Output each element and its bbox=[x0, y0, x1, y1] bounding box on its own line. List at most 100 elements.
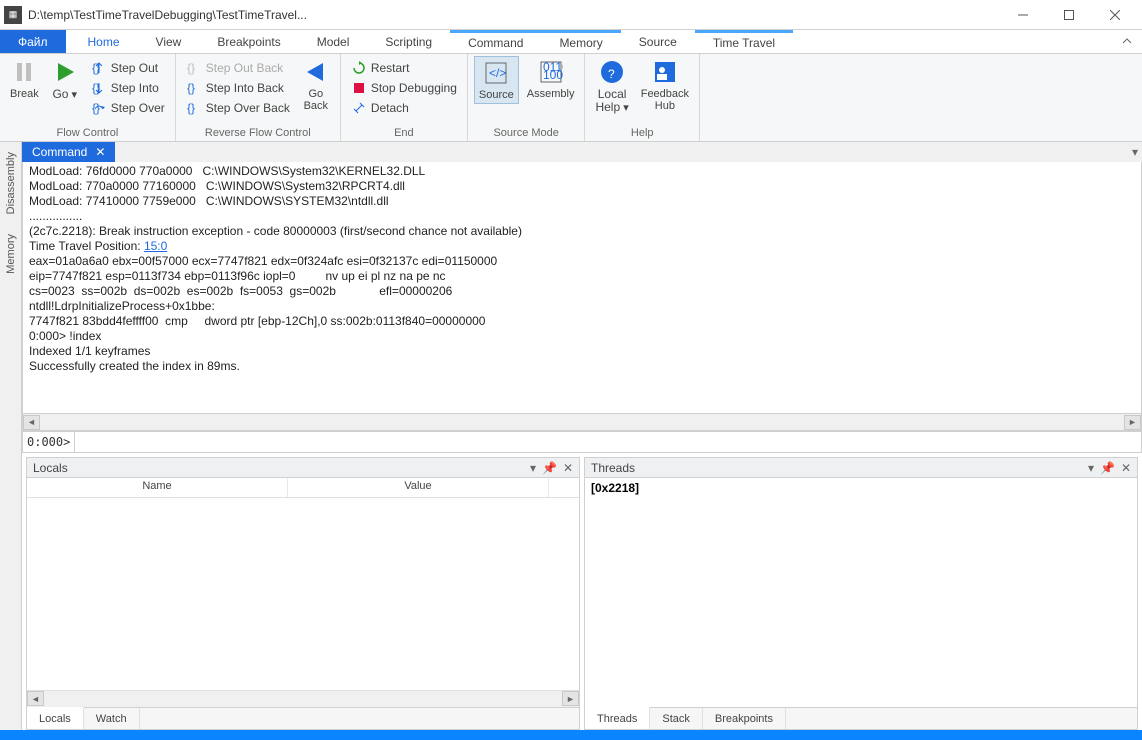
command-panel-header: Command ✕ ▾ bbox=[22, 142, 1142, 162]
step-into-button[interactable]: {}Step Into bbox=[87, 78, 169, 98]
detach-icon bbox=[351, 100, 367, 116]
app-icon: ▦ bbox=[4, 6, 22, 24]
status-bar bbox=[0, 730, 1142, 740]
maximize-button[interactable] bbox=[1046, 0, 1092, 30]
ribbon: Break Go ▾ {}Step Out {}Step Into {}Step… bbox=[0, 54, 1142, 142]
svg-text:?: ? bbox=[608, 67, 615, 81]
sidetab-disassembly[interactable]: Disassembly bbox=[3, 146, 19, 220]
step-out-button[interactable]: {}Step Out bbox=[87, 58, 169, 78]
close-icon[interactable]: ✕ bbox=[95, 145, 105, 159]
scroll-right-icon[interactable]: ► bbox=[1124, 415, 1141, 430]
step-over-back-button[interactable]: {}Step Over Back bbox=[182, 98, 294, 118]
step-over-button[interactable]: {}Step Over bbox=[87, 98, 169, 118]
locals-footer-tabs: Locals Watch bbox=[27, 707, 579, 729]
tab-file[interactable]: Файл bbox=[0, 30, 66, 53]
stop-debugging-button[interactable]: Stop Debugging bbox=[347, 78, 461, 98]
help-icon: ? bbox=[598, 58, 626, 86]
command-panel-tab[interactable]: Command ✕ bbox=[22, 142, 115, 162]
locals-body[interactable] bbox=[27, 498, 579, 690]
minimize-button[interactable] bbox=[1000, 0, 1046, 30]
group-end: Restart Stop Debugging Detach End bbox=[341, 54, 468, 141]
tab-memory[interactable]: Memory bbox=[541, 30, 620, 53]
pin-icon[interactable]: 📌 bbox=[1100, 461, 1115, 475]
ribbon-collapse-icon[interactable] bbox=[1112, 30, 1142, 53]
group-source-mode: </> Source 01101001 Assembly Source Mode bbox=[468, 54, 586, 141]
play-back-icon bbox=[302, 58, 330, 86]
group-help: ? Local Help ▾ Feedback Hub Help bbox=[585, 54, 700, 141]
pause-icon bbox=[10, 58, 38, 86]
step-into-back-icon: {} bbox=[186, 80, 202, 96]
go-back-button[interactable]: Go Back bbox=[298, 56, 334, 114]
detach-button[interactable]: Detach bbox=[347, 98, 461, 118]
svg-text:{}: {} bbox=[187, 81, 195, 95]
group-reverse-flow: {}Step Out Back {}Step Into Back {}Step … bbox=[176, 54, 341, 141]
footer-tab-threads[interactable]: Threads bbox=[585, 707, 650, 729]
footer-tab-breakpoints[interactable]: Breakpoints bbox=[703, 708, 786, 729]
side-tabs: Disassembly Memory bbox=[0, 142, 22, 730]
panel-dropdown-icon[interactable]: ▾ bbox=[1132, 145, 1138, 159]
sidetab-memory[interactable]: Memory bbox=[3, 228, 19, 280]
titlebar: ▦ D:\temp\TestTimeTravelDebugging\TestTi… bbox=[0, 0, 1142, 30]
footer-tab-stack[interactable]: Stack bbox=[650, 708, 703, 729]
break-button[interactable]: Break bbox=[6, 56, 43, 102]
command-output[interactable]: ModLoad: 76fd0000 770a0000 C:\WINDOWS\Sy… bbox=[22, 162, 1142, 414]
source-mode-button[interactable]: </> Source bbox=[474, 56, 519, 104]
threads-pane: Threads ▾ 📌 ✕ [0x2218] Threads Stack Bre… bbox=[584, 457, 1138, 730]
svg-text:1001: 1001 bbox=[543, 68, 563, 82]
footer-tab-locals[interactable]: Locals bbox=[27, 707, 84, 729]
step-into-icon: {} bbox=[91, 80, 107, 96]
restart-button[interactable]: Restart bbox=[347, 58, 461, 78]
tab-home[interactable]: Home bbox=[70, 30, 138, 53]
tab-breakpoints[interactable]: Breakpoints bbox=[199, 30, 298, 53]
play-icon bbox=[51, 58, 79, 86]
locals-col-extra[interactable] bbox=[549, 478, 579, 497]
scroll-right-icon[interactable]: ► bbox=[562, 691, 579, 706]
step-into-back-button[interactable]: {}Step Into Back bbox=[182, 78, 294, 98]
step-out-back-icon: {} bbox=[186, 60, 202, 76]
close-button[interactable] bbox=[1092, 0, 1138, 30]
command-prompt: 0:000> bbox=[23, 432, 75, 452]
step-out-back-button[interactable]: {}Step Out Back bbox=[182, 58, 294, 78]
locals-col-value[interactable]: Value bbox=[288, 478, 549, 497]
close-icon[interactable]: ✕ bbox=[563, 461, 573, 475]
tab-view[interactable]: View bbox=[138, 30, 200, 53]
threads-footer-tabs: Threads Stack Breakpoints bbox=[585, 707, 1137, 729]
menu-tabs: Файл Home View Breakpoints Model Scripti… bbox=[0, 30, 1142, 54]
step-out-icon: {} bbox=[91, 60, 107, 76]
command-hscrollbar[interactable]: ◄ ► bbox=[22, 414, 1142, 431]
scroll-left-icon[interactable]: ◄ bbox=[23, 415, 40, 430]
command-input[interactable] bbox=[75, 432, 1141, 452]
locals-pane: Locals ▾ 📌 ✕ Name Value ◄ ► bbox=[26, 457, 580, 730]
step-over-icon: {} bbox=[91, 100, 107, 116]
source-icon: </> bbox=[482, 59, 510, 87]
svg-text:{}: {} bbox=[187, 101, 195, 115]
time-travel-position-link[interactable]: 15:0 bbox=[144, 239, 167, 253]
threads-title: Threads bbox=[591, 461, 635, 475]
window-title: D:\temp\TestTimeTravelDebugging\TestTime… bbox=[28, 8, 307, 22]
locals-col-name[interactable]: Name bbox=[27, 478, 288, 497]
local-help-button[interactable]: ? Local Help ▾ bbox=[591, 56, 632, 116]
tab-command[interactable]: Command bbox=[450, 30, 541, 53]
assembly-mode-button[interactable]: 01101001 Assembly bbox=[523, 56, 579, 102]
threads-body[interactable]: [0x2218] bbox=[585, 478, 1137, 707]
scroll-left-icon[interactable]: ◄ bbox=[27, 691, 44, 706]
pin-icon[interactable]: 📌 bbox=[542, 461, 557, 475]
pane-dropdown-icon[interactable]: ▾ bbox=[530, 461, 536, 475]
go-button[interactable]: Go ▾ bbox=[47, 56, 83, 103]
tab-source[interactable]: Source bbox=[621, 30, 695, 53]
thread-item[interactable]: [0x2218] bbox=[591, 480, 1131, 496]
restart-icon bbox=[351, 60, 367, 76]
tab-timetravel[interactable]: Time Travel bbox=[695, 30, 793, 53]
tab-scripting[interactable]: Scripting bbox=[367, 30, 450, 53]
close-icon[interactable]: ✕ bbox=[1121, 461, 1131, 475]
assembly-icon: 01101001 bbox=[537, 58, 565, 86]
command-input-row: 0:000> bbox=[22, 431, 1142, 453]
step-over-back-icon: {} bbox=[186, 100, 202, 116]
locals-title: Locals bbox=[33, 461, 68, 475]
pane-dropdown-icon[interactable]: ▾ bbox=[1088, 461, 1094, 475]
footer-tab-watch[interactable]: Watch bbox=[84, 708, 140, 729]
locals-hscrollbar[interactable]: ◄ ► bbox=[27, 690, 579, 707]
tab-model[interactable]: Model bbox=[299, 30, 368, 53]
group-flow-control: Break Go ▾ {}Step Out {}Step Into {}Step… bbox=[0, 54, 176, 141]
feedback-hub-button[interactable]: Feedback Hub bbox=[637, 56, 693, 114]
